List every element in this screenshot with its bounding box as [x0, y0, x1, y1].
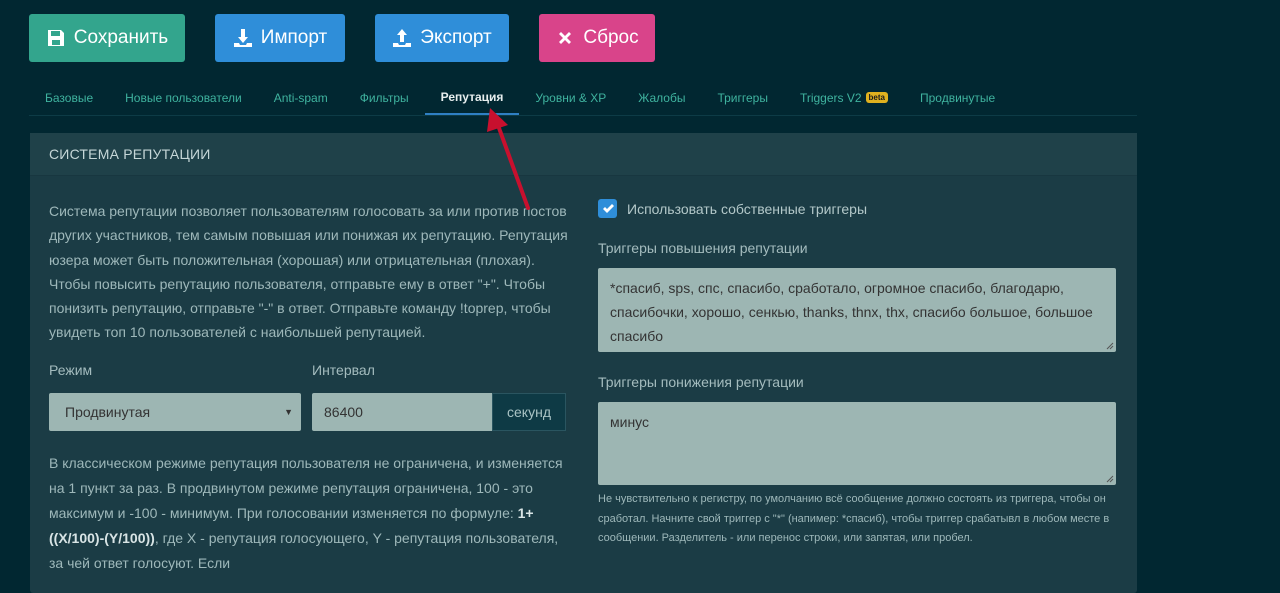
tab-label: Продвинутые [919, 90, 996, 105]
tab-label: Триггеры [717, 90, 768, 105]
tab-levels-xp[interactable]: Уровни & XP [519, 80, 622, 115]
custom-triggers-label: Использовать собственные триггеры [627, 200, 868, 217]
reset-button[interactable]: Сброс [539, 14, 655, 62]
down-triggers-label: Триггеры понижения репутации [598, 374, 804, 390]
export-label: Экспорт [420, 27, 492, 48]
up-triggers-label: Триггеры повышения репутации [598, 240, 808, 256]
custom-triggers-checkbox[interactable] [598, 199, 617, 218]
tab-label: Новые пользователи [125, 90, 242, 105]
up-triggers-value: *спасиб, sps, спс, спасибо, сработало, о… [610, 280, 1093, 344]
custom-triggers-option[interactable]: Использовать собственные триггеры [598, 199, 1116, 218]
interval-input[interactable]: 86400 [312, 392, 492, 431]
right-column: Использовать собственные триггеры Тригге… [598, 199, 1116, 549]
toolbar: Сохранить Импорт Экспорт Сброс [29, 14, 655, 62]
save-label: Сохранить [73, 27, 169, 48]
import-button[interactable]: Импорт [215, 14, 345, 62]
interval-group: Интервал 86400 секунд [312, 362, 566, 431]
import-label: Импорт [260, 27, 328, 48]
tab-new-users[interactable]: Новые пользователи [109, 80, 258, 115]
interval-unit: секунд [492, 392, 566, 431]
interval-label: Интервал [312, 361, 375, 378]
down-triggers-textarea[interactable]: минус [598, 402, 1116, 485]
tab-bar: Базовые Новые пользователи Anti-spam Фил… [29, 80, 1137, 116]
tab-label: Triggers V2 [799, 90, 862, 105]
beta-badge: beta [865, 92, 888, 103]
close-icon [559, 32, 572, 44]
caret-down-icon: ▼ [284, 406, 293, 417]
mode-help-part1: В классическом режиме репутация пользова… [49, 454, 563, 521]
tab-label: Жалобы [638, 90, 686, 105]
tab-reputation[interactable]: Репутация [424, 80, 520, 115]
mode-interval-row: Режим Продвинутая ▼ Интервал 86400 секун… [49, 362, 569, 431]
tab-label: Репутация [440, 89, 504, 104]
triggers-help-text: Не чувствительно к регистру, по умолчани… [598, 493, 1110, 544]
left-column: Система репутации позволяет пользователя… [49, 199, 569, 576]
resize-grip-icon[interactable] [1106, 342, 1114, 350]
reputation-panel: СИСТЕМА РЕПУТАЦИИ Система репутации позв… [30, 133, 1137, 593]
tab-label: Фильтры [359, 90, 409, 105]
tab-label: Уровни & XP [535, 90, 607, 105]
tab-basic[interactable]: Базовые [29, 80, 109, 115]
mode-group: Режим Продвинутая ▼ [49, 362, 301, 431]
panel-title: СИСТЕМА РЕПУТАЦИИ [30, 133, 1137, 176]
reset-label: Сброс [583, 27, 639, 48]
tab-label: Anti-spam [273, 90, 328, 105]
mode-select-value: Продвинутая [65, 403, 151, 420]
reputation-description: Система репутации позволяет пользователя… [49, 203, 568, 341]
export-button[interactable]: Экспорт [375, 14, 509, 62]
down-triggers-value: минус [610, 414, 650, 430]
tab-label: Базовые [45, 90, 94, 105]
resize-grip-icon[interactable] [1106, 475, 1114, 483]
mode-select[interactable]: Продвинутая ▼ [49, 392, 301, 431]
mode-label: Режим [49, 361, 93, 378]
upload-icon [393, 29, 412, 47]
floppy-disk-icon [47, 30, 64, 46]
download-icon [233, 29, 252, 47]
tab-complaints[interactable]: Жалобы [622, 80, 701, 115]
tab-filters[interactable]: Фильтры [344, 80, 425, 115]
tab-anti-spam[interactable]: Anti-spam [258, 80, 344, 115]
tab-advanced[interactable]: Продвинутые [904, 80, 1011, 115]
tab-triggers-v2[interactable]: Triggers V2 beta [784, 80, 904, 115]
up-triggers-textarea[interactable]: *спасиб, sps, спс, спасибо, сработало, о… [598, 268, 1116, 352]
mode-help-text: В классическом режиме репутация пользова… [49, 451, 569, 576]
save-button[interactable]: Сохранить [29, 14, 185, 62]
checkmark-icon [602, 203, 614, 213]
tab-triggers[interactable]: Триггеры [701, 80, 784, 115]
